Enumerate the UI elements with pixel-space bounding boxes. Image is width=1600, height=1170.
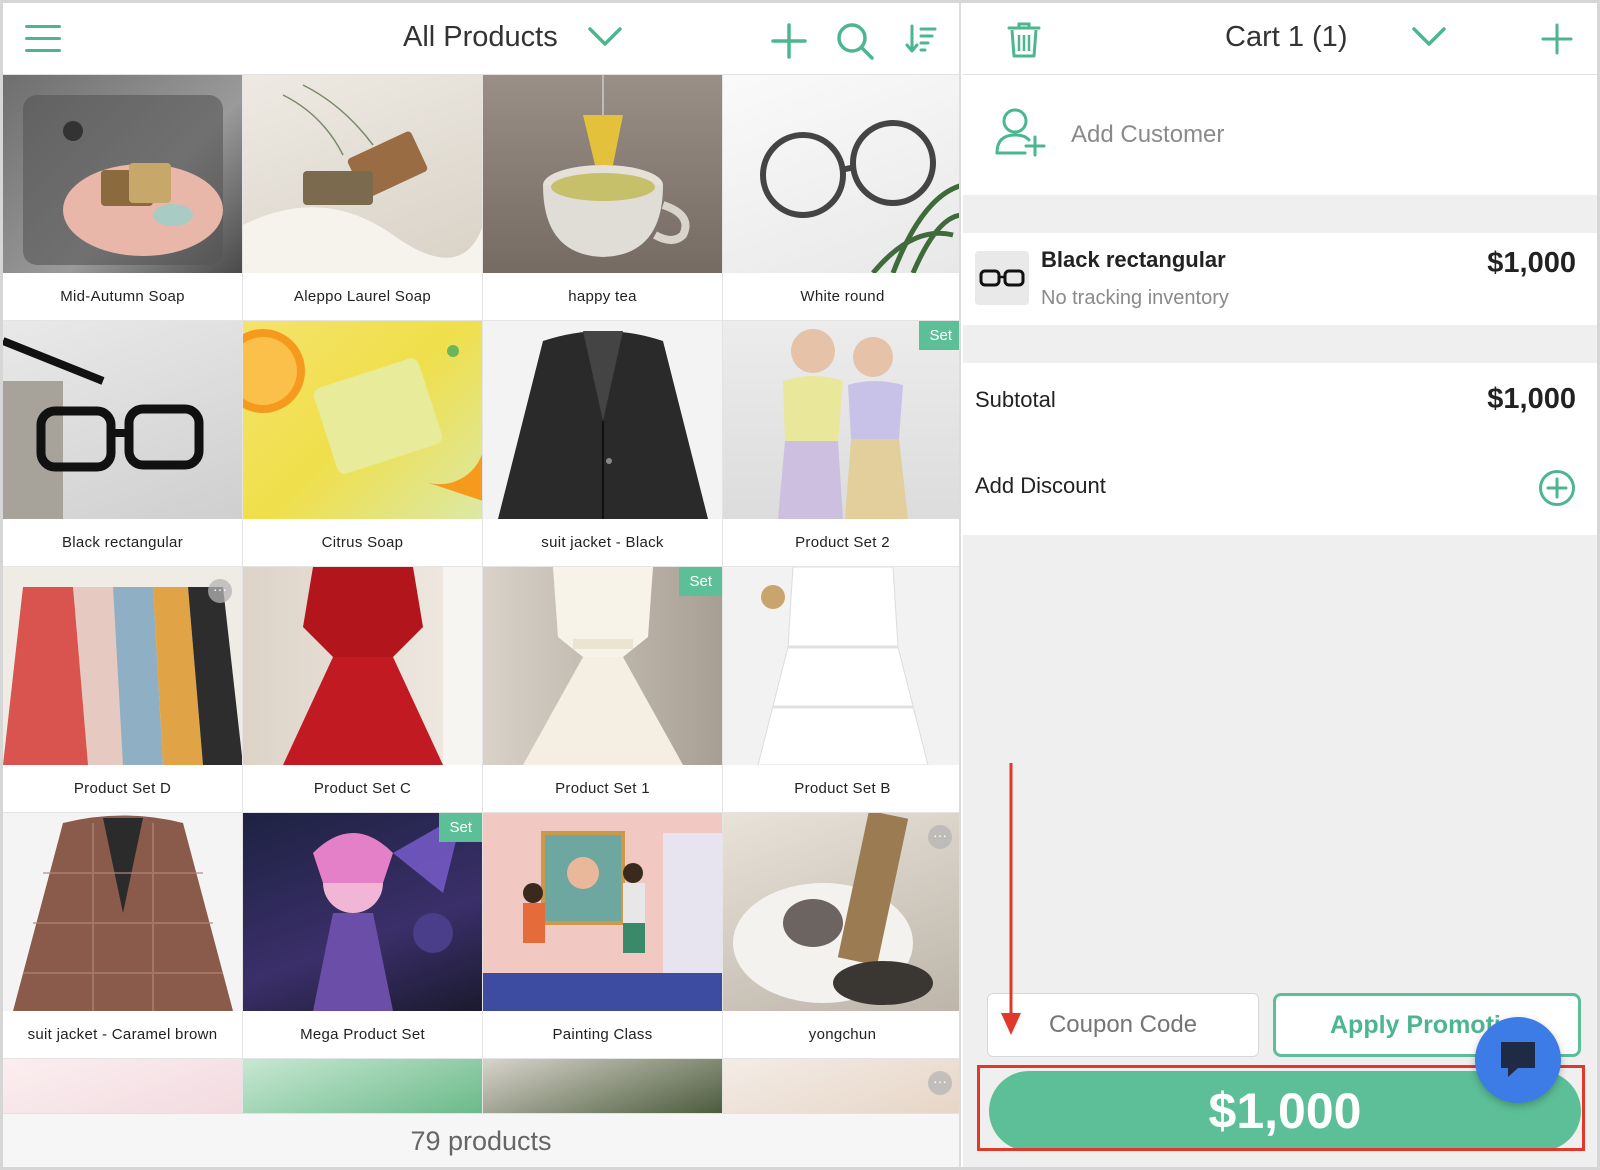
add-customer-row[interactable]: Add Customer: [963, 75, 1597, 195]
more-icon[interactable]: ···: [208, 579, 232, 603]
product-name: Black rectangular: [62, 534, 183, 551]
product-image: [723, 75, 959, 273]
add-user-icon: [995, 108, 1046, 157]
more-icon[interactable]: ···: [928, 1071, 952, 1095]
coupon-code-input[interactable]: [987, 993, 1259, 1057]
product-tile[interactable]: Set Product Set 2: [723, 321, 959, 567]
product-tile[interactable]: ··· Product Set D: [3, 567, 243, 813]
cart-title[interactable]: Cart 1 (1): [1225, 21, 1347, 54]
product-name: yongchun: [808, 1026, 877, 1043]
product-image: [3, 321, 242, 519]
plus-icon[interactable]: [1541, 23, 1573, 55]
cart-item-inventory: No tracking inventory: [1041, 287, 1229, 309]
product-count: 79 products: [3, 1113, 959, 1167]
product-image: [243, 75, 482, 273]
product-name: happy tea: [568, 288, 637, 305]
cart-panel: Cart 1 (1) Add Customer Black rectangula…: [963, 3, 1597, 1167]
set-badge: Set: [679, 567, 722, 596]
product-name: Mid-Autumn Soap: [60, 288, 185, 305]
subtotal-label: Subtotal: [975, 387, 1056, 412]
product-tile[interactable]: Citrus Soap: [243, 321, 483, 567]
product-image: [723, 1059, 959, 1115]
product-image: [243, 813, 482, 1011]
product-name: Citrus Soap: [321, 534, 404, 551]
product-name: White round: [800, 288, 885, 305]
product-name: suit jacket - Caramel brown: [27, 1026, 218, 1043]
products-title[interactable]: All Products: [403, 21, 558, 54]
set-badge: Set: [919, 321, 959, 350]
chat-button[interactable]: [1475, 1017, 1561, 1103]
product-name: Product Set 1: [555, 780, 650, 797]
product-image: [3, 567, 242, 765]
product-image: [723, 567, 959, 765]
product-image: [243, 321, 482, 519]
product-tile[interactable]: Set Mega Product Set: [243, 813, 483, 1059]
product-panel: All Products Mid-Autumn Soap Aleppo Laur…: [3, 3, 961, 1167]
product-image: [3, 813, 242, 1011]
product-tile[interactable]: Aleppo Laurel Soap: [243, 75, 483, 321]
cart-header: Cart 1 (1): [963, 3, 1597, 75]
product-image: [243, 567, 482, 765]
product-tile[interactable]: [3, 1059, 243, 1115]
app-window: All Products Mid-Autumn Soap Aleppo Laur…: [0, 0, 1600, 1170]
product-tile[interactable]: Product Set B: [723, 567, 959, 813]
plus-icon[interactable]: [771, 23, 807, 59]
plus-circle-icon[interactable]: [1538, 469, 1576, 507]
cart-item-name: Black rectangular: [1041, 247, 1226, 272]
product-tile[interactable]: happy tea: [483, 75, 723, 321]
product-image: [483, 567, 722, 765]
totals-section: Subtotal $1,000 Add Discount: [963, 363, 1597, 535]
sort-icon[interactable]: [905, 23, 937, 55]
product-image: [975, 251, 1029, 305]
product-name: Product Set C: [313, 780, 412, 797]
products-header: All Products: [3, 3, 959, 75]
product-image: [3, 1059, 242, 1115]
chevron-down-icon[interactable]: [587, 25, 623, 49]
product-name: Product Set 2: [795, 534, 890, 551]
product-tile[interactable]: White round: [723, 75, 959, 321]
product-name: Product Set D: [73, 780, 172, 797]
product-tile[interactable]: ··· yongchun: [723, 813, 959, 1059]
product-image: [723, 813, 959, 1011]
product-name: Painting Class: [552, 1026, 653, 1043]
more-icon[interactable]: ···: [928, 825, 952, 849]
add-discount-row[interactable]: Add Discount: [975, 457, 1576, 517]
menu-icon[interactable]: [25, 25, 61, 53]
product-tile[interactable]: ···: [723, 1059, 959, 1115]
set-badge: Set: [439, 813, 482, 842]
product-image: [3, 75, 242, 273]
cart-line-item[interactable]: Black rectangular No tracking inventory …: [963, 233, 1597, 325]
add-discount-label: Add Discount: [975, 473, 1106, 498]
product-name: Product Set B: [794, 780, 891, 797]
search-icon[interactable]: [835, 21, 875, 61]
product-image: [483, 321, 722, 519]
cart-item-price: $1,000: [1487, 247, 1576, 279]
chat-icon: [1501, 1042, 1535, 1077]
product-tile[interactable]: [243, 1059, 483, 1115]
annotation-arrow: [1001, 763, 1021, 1035]
product-tile[interactable]: Black rectangular: [3, 321, 243, 567]
product-name: suit jacket - Black: [541, 534, 664, 551]
product-image: [483, 813, 722, 1011]
product-name: Mega Product Set: [300, 1026, 425, 1043]
product-tile[interactable]: Mid-Autumn Soap: [3, 75, 243, 321]
product-image: [723, 321, 959, 519]
product-name: Aleppo Laurel Soap: [293, 288, 432, 305]
trash-icon[interactable]: [1007, 21, 1041, 59]
product-tile[interactable]: suit jacket - Caramel brown: [3, 813, 243, 1059]
product-tile[interactable]: suit jacket - Black: [483, 321, 723, 567]
product-tile[interactable]: Set Product Set 1: [483, 567, 723, 813]
product-tile[interactable]: [483, 1059, 723, 1115]
subtotal-value: $1,000: [1487, 383, 1576, 415]
subtotal-row: Subtotal $1,000: [975, 371, 1576, 431]
product-image: [483, 1059, 722, 1115]
product-image: [243, 1059, 482, 1115]
product-grid: Mid-Autumn Soap Aleppo Laurel Soap happy…: [3, 75, 959, 1115]
product-image: [483, 75, 722, 273]
product-tile[interactable]: Product Set C: [243, 567, 483, 813]
add-customer-label: Add Customer: [1071, 121, 1225, 148]
product-tile[interactable]: Painting Class: [483, 813, 723, 1059]
chevron-down-icon[interactable]: [1411, 25, 1447, 49]
